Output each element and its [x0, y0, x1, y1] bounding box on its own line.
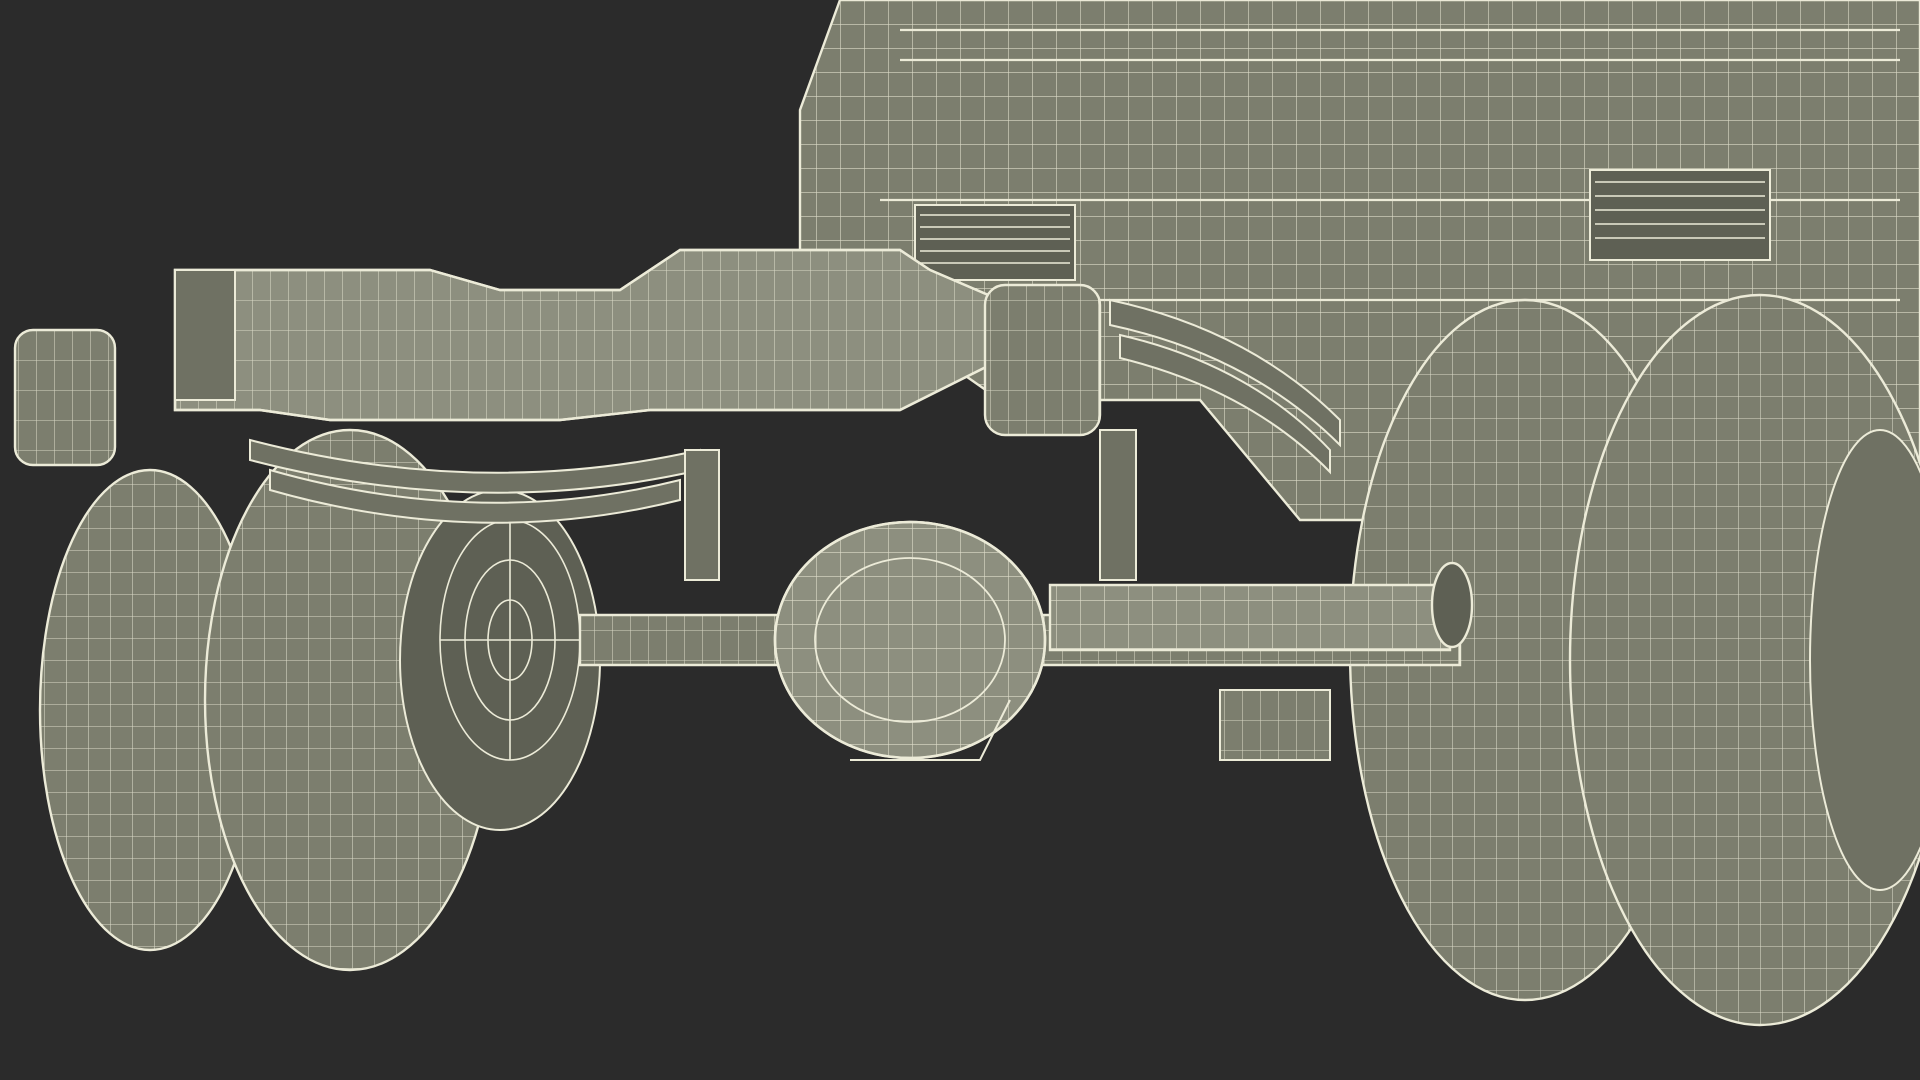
spring-hanger: [1219, 689, 1331, 761]
right-tail-lamp: [983, 283, 1102, 437]
chassis-frame-rail: [173, 248, 1002, 422]
shock-absorber-left: [684, 449, 720, 581]
shock-absorber-right: [1099, 429, 1137, 581]
differential-housing: [773, 520, 1047, 761]
body-vent-left: [914, 204, 1076, 281]
render-viewport: [0, 0, 1920, 1080]
body-vent-right: [1589, 169, 1771, 261]
left-tail-lamp: [13, 328, 117, 467]
wireframe-truck-render: [13, 0, 1920, 1027]
